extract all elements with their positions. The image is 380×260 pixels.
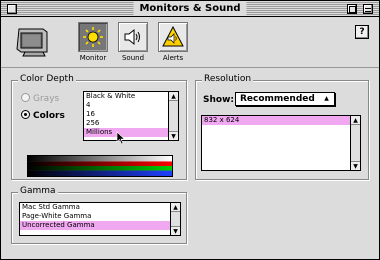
color-depth-title: Color Depth	[18, 74, 76, 84]
show-popup-menu[interactable]: Recommended ▲	[235, 92, 335, 106]
title-bar[interactable]: Monitors & Sound	[1, 1, 379, 17]
gamma-list[interactable]: Mac Std Gamma Page-White Gamma Uncorrect…	[19, 202, 181, 236]
window-title: Monitors & Sound	[133, 2, 247, 16]
resolution-scrollbar[interactable]: ▲ ▼	[350, 116, 360, 170]
monitor-tab-button[interactable]	[78, 22, 108, 52]
colors-radio[interactable]: Colors	[21, 110, 65, 121]
monitor-sun-icon	[83, 27, 103, 47]
monitor-tab-label: Monitor	[79, 54, 107, 62]
list-item[interactable]: Mac Std Gamma	[20, 203, 180, 212]
list-item[interactable]: 4	[84, 101, 178, 110]
speaker-icon	[124, 28, 140, 46]
show-popup-value: Recommended	[240, 94, 315, 104]
resolution-title: Resolution	[202, 74, 254, 84]
list-item[interactable]: Black & White	[84, 92, 178, 101]
color-depth-list[interactable]: Black & White 4 16 256 Millions ▲ ▼	[83, 91, 179, 141]
list-item[interactable]: 256	[84, 119, 178, 128]
popup-arrows-icon: ▲	[324, 95, 329, 102]
sound-tab-label: Sound	[121, 54, 145, 62]
grays-radio[interactable]: Grays	[21, 93, 59, 104]
alert-speaker-icon	[162, 26, 184, 47]
alerts-tab[interactable]: Alerts	[155, 22, 191, 66]
color-ramp	[27, 155, 173, 177]
scroll-down-arrow-icon[interactable]: ▼	[169, 131, 178, 140]
list-item[interactable]: Page-White Gamma	[20, 212, 180, 221]
collapse-box[interactable]	[363, 4, 373, 14]
scroll-down-arrow-icon[interactable]: ▼	[171, 226, 180, 235]
scroll-up-arrow-icon[interactable]: ▲	[169, 92, 178, 101]
zoom-box[interactable]	[347, 4, 357, 14]
scroll-up-arrow-icon[interactable]: ▲	[171, 203, 180, 212]
monitor-control-panel-icon	[13, 26, 51, 60]
list-item-selected[interactable]: Millions	[84, 128, 178, 137]
sound-tab-button[interactable]	[118, 22, 148, 52]
scroll-up-arrow-icon[interactable]: ▲	[351, 116, 360, 125]
gamma-scrollbar[interactable]: ▲ ▼	[170, 203, 180, 235]
alerts-tab-label: Alerts	[162, 54, 184, 62]
gamma-title: Gamma	[18, 186, 58, 196]
mouse-pointer-icon	[116, 131, 126, 145]
list-item-selected[interactable]: 832 x 624	[202, 116, 360, 125]
monitor-tab[interactable]: Monitor	[75, 22, 111, 66]
scroll-down-arrow-icon[interactable]: ▼	[351, 161, 360, 170]
list-item[interactable]: 16	[84, 110, 178, 119]
colors-radio-button[interactable]	[21, 110, 30, 119]
list-item-selected[interactable]: Uncorrected Gamma	[20, 221, 180, 230]
colors-label: Colors	[33, 111, 65, 121]
monitors-sound-window: Monitors & Sound Monitor Sound Alerts ? …	[0, 0, 380, 260]
color-depth-scrollbar[interactable]: ▲ ▼	[168, 92, 178, 140]
toolbar: Monitor Sound Alerts ?	[1, 18, 379, 68]
resolution-list[interactable]: 832 x 624 ▲ ▼	[201, 115, 361, 171]
help-button[interactable]: ?	[355, 25, 369, 39]
close-box[interactable]	[7, 4, 17, 14]
sound-tab[interactable]: Sound	[115, 22, 151, 66]
alerts-tab-button[interactable]	[158, 22, 188, 52]
grays-radio-button[interactable]	[21, 93, 30, 102]
show-label: Show:	[203, 95, 234, 105]
grays-label: Grays	[33, 94, 60, 104]
